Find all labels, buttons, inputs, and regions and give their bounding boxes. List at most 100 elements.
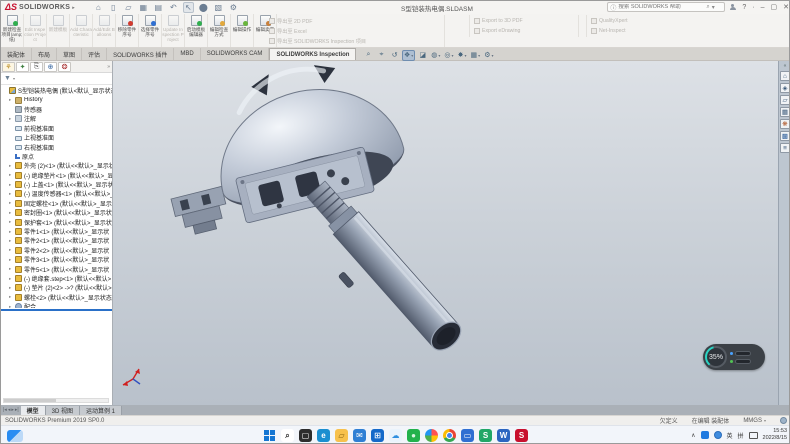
filter-icon[interactable]: ▼ (4, 75, 11, 82)
command-tab[interactable]: SOLIDWORKS Inspection (269, 48, 356, 60)
ribbon-button[interactable]: Update Inspection Project (162, 14, 185, 47)
propertymanager-tab[interactable]: ✦ (16, 62, 29, 72)
clock[interactable]: 15:53 2022/8/15 (763, 428, 787, 442)
tree-item[interactable]: ▸ 保护套<1> (默认<<默认>_显示状 (1, 217, 112, 226)
appearances-icon[interactable]: ❋ (780, 119, 790, 129)
widgets-button[interactable] (7, 430, 23, 442)
document-tab[interactable]: 运动算例 1 (80, 406, 122, 415)
green-app-icon[interactable]: ● (407, 429, 420, 442)
edge-icon[interactable]: e (317, 429, 330, 442)
command-tab[interactable]: SOLIDWORKS 插件 (107, 48, 174, 60)
file-properties-icon[interactable]: ▧ (213, 2, 224, 13)
tab-nav-arrow-icon[interactable]: ▸ (11, 407, 14, 413)
save-icon[interactable]: ▦ (138, 2, 149, 13)
hide-show-items-icon[interactable]: ◎ (443, 50, 454, 61)
tree-item[interactable]: ▸ 上视基准面 (1, 133, 112, 142)
new-document-icon[interactable]: ▯ (108, 2, 119, 13)
document-tab[interactable]: 3D 视图 (46, 406, 80, 415)
tree-filter-row[interactable]: ▼ ▾ (1, 73, 112, 85)
help-caret[interactable]: · (752, 4, 754, 11)
tree-item[interactable]: ▸ 注解 (1, 114, 112, 123)
tree-item[interactable]: ▸ (-) 上盖<1> (默认<<默认>_显示状 (1, 180, 112, 189)
custom-properties-icon[interactable]: ≡ (780, 143, 790, 153)
ribbon-button[interactable]: Add/Edit Balloons (93, 14, 116, 47)
tree-item[interactable]: ▸ 零件1<1> (默认<<默认>_显示状 (1, 227, 112, 236)
tree-item[interactable]: ▸ History (1, 95, 112, 104)
search-input[interactable] (618, 4, 704, 10)
tree-item[interactable]: ▸ 原点 (1, 152, 112, 161)
battery-overlay-widget[interactable]: 35% (703, 344, 765, 370)
edit-appearance-icon[interactable]: ✸ (457, 50, 468, 61)
filter-caret-icon[interactable]: ▾ (13, 76, 15, 81)
graphics-viewport[interactable]: « ⌂◈▱▦❋▩≡ 35% (113, 61, 790, 405)
help-search-box[interactable]: ⓘ ⌕ ▾ (607, 2, 725, 12)
print-icon[interactable]: ▤ (153, 2, 164, 13)
panel-horizontal-scrollbar[interactable] (3, 398, 109, 403)
tree-root-item[interactable]: ▸ S型铠装热电偶 (默认<默认_显示状态-1 (1, 86, 112, 95)
open-icon[interactable]: ▱ (123, 2, 134, 13)
ribbon-button[interactable]: 新建模板 (47, 14, 70, 47)
language-indicator[interactable]: 英 (727, 431, 733, 440)
tree-item[interactable]: ▸ 螺栓<2> (默认<<默认>_显示状态 (1, 293, 112, 302)
file-explorer-icon[interactable]: ▱ (780, 95, 790, 105)
tree-item[interactable]: ▸ (-) 垫片 (2)<2> ->? (默认<<默认> (1, 283, 112, 292)
scrollbar-thumb[interactable] (4, 399, 56, 402)
ribbon-button[interactable]: Edit Inspection Project (24, 14, 47, 47)
document-tab[interactable]: 模型 (21, 406, 46, 415)
panel-tabs-overflow[interactable]: » (107, 64, 110, 70)
ribbon-button[interactable]: 编辑检查方式 (208, 14, 231, 47)
tree-item[interactable]: ▸ 配合 (1, 302, 112, 308)
tree-item[interactable]: ▸ 零件5<1> (默认<<默认>_显示状 (1, 264, 112, 273)
search-caret-icon[interactable]: ▾ (712, 4, 715, 11)
solidworks-resources-icon[interactable]: ⌂ (780, 71, 790, 81)
display-style-icon[interactable]: ◍ (430, 50, 441, 61)
view-settings-icon[interactable]: ⚙ (483, 50, 494, 61)
tree-item[interactable]: ▸ 零件2<1> (默认<<默认>_显示状 (1, 236, 112, 245)
options-icon[interactable]: ⚙ (228, 2, 239, 13)
tree-item[interactable]: ▸ 前视基准面 (1, 124, 112, 133)
cloud-app-icon[interactable]: ☁ (389, 429, 402, 442)
zoom-fit-icon[interactable]: ⌕ (363, 50, 374, 61)
home-icon[interactable]: ⌂ (93, 2, 104, 13)
solidworks-app-icon[interactable]: S (515, 429, 528, 442)
tree-item[interactable]: ▸ (-) 温度传感器<1> (默认<<默认>_ (1, 189, 112, 198)
tree-item[interactable]: ▸ (-) 绝缘垫片<1> (默认<<默认>_显 (1, 171, 112, 180)
help-button[interactable]: ? (742, 4, 746, 11)
maximize-button[interactable]: ▢ (771, 3, 778, 11)
logo-expand-arrow-icon[interactable]: ▸ (72, 5, 75, 11)
hidden-icons-chevron[interactable]: ∧ (691, 432, 695, 439)
ribbon-button[interactable]: Add Characteristic (70, 14, 93, 47)
tree-item[interactable]: ▸ 零件3<1> (默认<<默认>_显示状 (1, 255, 112, 264)
device-button-top[interactable] (735, 351, 751, 356)
search-icon[interactable]: ⌕ (706, 4, 709, 11)
zoom-area-icon[interactable]: ⌖ (376, 50, 387, 61)
rebuild-icon[interactable]: ⬤ (198, 2, 209, 13)
select-icon[interactable]: ↖ (183, 2, 194, 13)
word-app-icon[interactable]: W (497, 429, 510, 442)
mail-icon[interactable]: ✉ (353, 429, 366, 442)
tab-nav-arrow-icon[interactable]: ◂ (8, 407, 11, 413)
security-tray-icon[interactable] (701, 431, 709, 439)
command-tab[interactable]: 布局 (32, 48, 57, 60)
tree-item[interactable]: ▸ (-) 绝缘套.step<1> (默认<<默认> (1, 274, 112, 283)
view-orientation-icon[interactable]: ❖ (402, 50, 415, 61)
search-icon[interactable]: ⌕ (281, 429, 294, 442)
command-tab[interactable]: SOLIDWORKS CAM (201, 48, 270, 60)
scenes-icon[interactable]: ▩ (780, 131, 790, 141)
tree-item[interactable]: ▸ 固定螺栓<1> (默认<<默认>_显示 (1, 199, 112, 208)
ribbon-button[interactable]: 编辑操作 (231, 14, 254, 47)
tree-item[interactable]: ▸ 右视基准面 (1, 142, 112, 151)
start-button[interactable] (263, 429, 276, 442)
dimxpert-tab[interactable]: ⊕ (44, 62, 57, 72)
close-button[interactable]: ✕ (783, 3, 789, 11)
chrome-icon[interactable] (443, 429, 456, 442)
location-tray-icon[interactable] (714, 431, 722, 439)
view-palette-icon[interactable]: ▦ (780, 107, 790, 117)
command-tab[interactable]: 装配体 (1, 48, 32, 60)
undo-icon[interactable]: ↶ (168, 2, 179, 13)
wps-spreadsheet-icon[interactable]: S (479, 429, 492, 442)
status-globe-icon[interactable] (780, 417, 787, 424)
ribbon-button[interactable]: 选择零件序号 (139, 14, 162, 47)
tab-nav-arrow-icon[interactable]: |◂ (3, 407, 7, 413)
file-explorer-icon[interactable]: ▱ (335, 429, 348, 442)
